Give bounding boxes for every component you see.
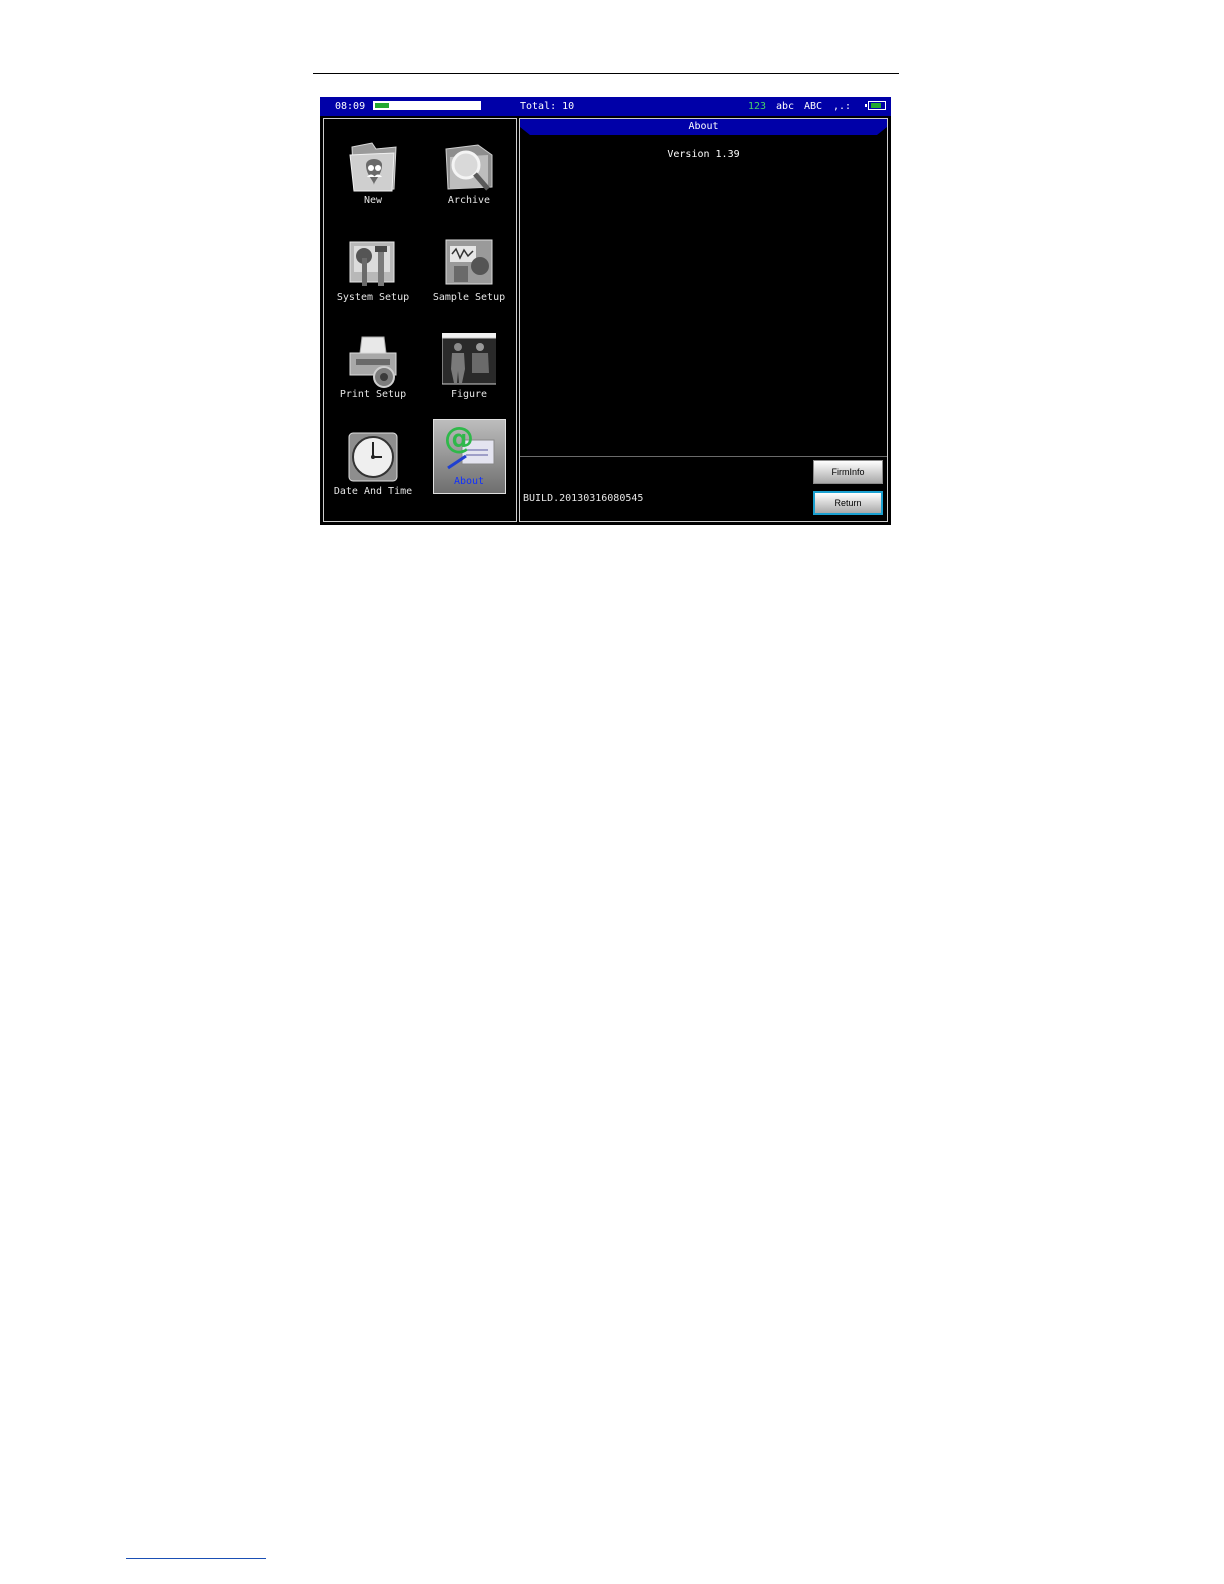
menu-item-print-setup[interactable]: Print Setup bbox=[325, 315, 421, 412]
build-string: BUILD.20130316080545 bbox=[523, 493, 644, 504]
progress-bar-fill bbox=[375, 103, 389, 108]
at-sign-mail-icon: @ bbox=[444, 421, 495, 470]
body-figure-icon bbox=[442, 333, 496, 385]
status-total: Total: 10 bbox=[520, 101, 575, 112]
page-header-rule bbox=[313, 73, 899, 74]
about-panel-title-bar: About bbox=[520, 119, 887, 135]
menu-item-label: Figure bbox=[450, 389, 488, 400]
new-patient-folder-icon bbox=[349, 142, 397, 192]
panel-divider bbox=[520, 456, 887, 457]
menu-item-system-setup[interactable]: System Setup bbox=[325, 218, 421, 315]
menu-item-date-and-time[interactable]: Date And Time bbox=[325, 412, 421, 509]
menu-item-label: Sample Setup bbox=[432, 292, 506, 303]
footnote-rule bbox=[126, 1558, 266, 1559]
input-mode-abc-upper[interactable]: ABC bbox=[804, 97, 822, 116]
archive-magnifier-icon bbox=[445, 144, 493, 191]
version-text: Version 1.39 bbox=[667, 149, 740, 160]
progress-bar bbox=[373, 101, 481, 110]
menu-item-label: About bbox=[453, 476, 485, 487]
sample-setup-icon bbox=[445, 239, 493, 285]
about-panel: About Version 1.39 BUILD.20130316080545 … bbox=[519, 118, 888, 522]
menu-item-new[interactable]: New bbox=[325, 121, 421, 218]
clock-icon bbox=[348, 432, 398, 482]
menu-item-label: Archive bbox=[447, 195, 491, 206]
battery-icon bbox=[865, 101, 886, 110]
input-mode-punctuation[interactable]: ,.: bbox=[833, 97, 851, 116]
menu-item-about[interactable]: @ About bbox=[421, 412, 517, 509]
menu-item-label: Date And Time bbox=[333, 486, 413, 497]
menu-item-archive[interactable]: Archive bbox=[421, 121, 517, 218]
svg-text:@: @ bbox=[444, 421, 474, 456]
status-bar: 08:09 Total: 10 123 abc ABC ,.: bbox=[320, 97, 891, 116]
status-time: 08:09 bbox=[335, 101, 366, 112]
menu-item-label: Print Setup bbox=[339, 389, 407, 400]
printer-icon bbox=[349, 336, 397, 388]
main-menu: New Archive System Setup Sample Setup Pr… bbox=[323, 118, 517, 522]
menu-item-sample-setup[interactable]: Sample Setup bbox=[421, 218, 517, 315]
menu-item-label: New bbox=[363, 195, 383, 206]
firminfo-button[interactable]: FirmInfo bbox=[813, 460, 883, 484]
input-mode-123[interactable]: 123 bbox=[748, 97, 766, 116]
system-setup-tools-icon bbox=[349, 241, 395, 286]
menu-item-figure[interactable]: Figure bbox=[421, 315, 517, 412]
device-screen: 08:09 Total: 10 123 abc ABC ,.: New Arch… bbox=[320, 97, 891, 525]
input-mode-abc-lower[interactable]: abc bbox=[776, 97, 794, 116]
panel-title: About bbox=[688, 121, 719, 132]
menu-item-label: System Setup bbox=[336, 292, 410, 303]
return-button[interactable]: Return bbox=[813, 491, 883, 515]
